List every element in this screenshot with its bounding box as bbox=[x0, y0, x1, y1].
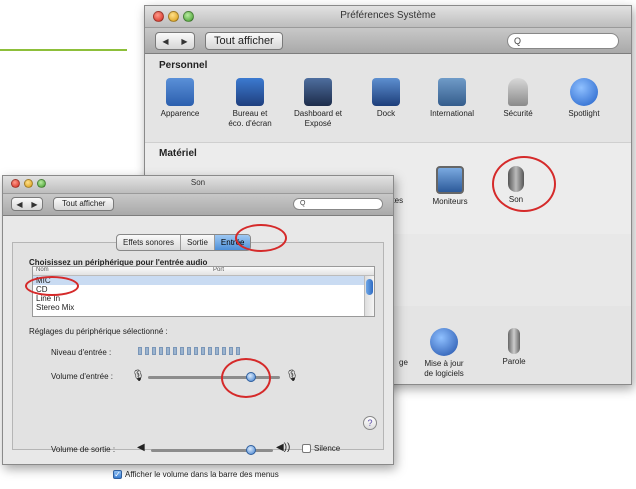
pane-moniteurs[interactable]: Moniteurs bbox=[415, 166, 485, 207]
settings-label: Réglages du périphérique sélectionné : bbox=[29, 327, 168, 336]
parole-mic-icon bbox=[508, 328, 520, 354]
list-item[interactable]: Line In bbox=[33, 294, 374, 303]
pane-spotlight[interactable]: Spotlight bbox=[549, 78, 619, 119]
dock-icon bbox=[372, 78, 400, 106]
section-materiel-title: Matériel bbox=[159, 148, 197, 159]
toolbar: ◀ ▶ Tout afficher Q bbox=[3, 194, 393, 216]
speaker-high-icon: ◀)) bbox=[276, 442, 291, 453]
mute-checkbox[interactable] bbox=[302, 444, 311, 453]
pane-partial-label-2: ge bbox=[399, 358, 408, 367]
international-icon bbox=[438, 78, 466, 106]
forward-icon[interactable]: ▶ bbox=[27, 200, 42, 209]
tab-sortie[interactable]: Sortie bbox=[181, 235, 215, 250]
pane-label: Bureau et éco. d'écran bbox=[228, 109, 272, 128]
pane-securite[interactable]: Sécurité bbox=[483, 78, 553, 119]
list-item[interactable]: CD bbox=[33, 285, 374, 294]
menu-volume-checkbox[interactable]: ✓ bbox=[113, 470, 122, 479]
tab-effets-sonores[interactable]: Effets sonores bbox=[117, 235, 181, 250]
pane-label: Sécurité bbox=[503, 109, 533, 118]
pane-parole[interactable]: Parole bbox=[479, 328, 549, 367]
update-icon bbox=[430, 328, 458, 356]
highlight-volume-circle bbox=[221, 358, 271, 398]
input-level-meter bbox=[138, 347, 240, 355]
column-name[interactable]: Nom bbox=[36, 267, 49, 273]
toolbar: ◀ ▶ Tout afficher Q bbox=[145, 28, 631, 54]
tab-bar: Effets sonores Sortie Entrée bbox=[116, 234, 252, 251]
bureau-icon bbox=[236, 78, 264, 106]
title-bar[interactable]: Son bbox=[3, 176, 393, 194]
list-header: Nom Port bbox=[33, 267, 374, 276]
search-input[interactable]: Q bbox=[507, 33, 619, 49]
pane-bureau[interactable]: Bureau et éco. d'écran bbox=[215, 78, 285, 129]
volume-low-icon: 🎙 bbox=[131, 370, 145, 382]
input-level-label: Niveau d'entrée : bbox=[51, 348, 112, 357]
pane-label: Mise à jour de logiciels bbox=[424, 359, 464, 378]
show-all-button[interactable]: Tout afficher bbox=[53, 197, 115, 211]
pane-label: Apparence bbox=[160, 109, 200, 118]
input-device-list[interactable]: Nom Port MIC CD Line In Stereo Mix bbox=[32, 266, 375, 317]
column-port[interactable]: Port bbox=[213, 267, 224, 273]
securite-icon bbox=[508, 78, 528, 106]
window-title: Préférences Système bbox=[340, 10, 436, 21]
list-item[interactable]: MIC bbox=[33, 276, 374, 285]
monitor-icon bbox=[436, 166, 464, 194]
list-scrollbar[interactable] bbox=[364, 276, 374, 316]
highlight-mic-circle bbox=[25, 276, 79, 296]
pane-label: International bbox=[429, 109, 475, 118]
highlight-entree-circle bbox=[235, 224, 287, 252]
pane-dock[interactable]: Dock bbox=[351, 78, 421, 119]
show-all-button[interactable]: Tout afficher bbox=[205, 32, 283, 50]
back-icon[interactable]: ◀ bbox=[156, 37, 175, 46]
forward-icon[interactable]: ▶ bbox=[175, 37, 194, 46]
volume-high-icon: 🎙 bbox=[285, 370, 299, 382]
pane-label: Moniteurs bbox=[432, 197, 468, 206]
section-personnel-title: Personnel bbox=[159, 60, 208, 71]
dashboard-icon bbox=[304, 78, 332, 106]
back-forward-control[interactable]: ◀ ▶ bbox=[155, 32, 195, 50]
spotlight-icon bbox=[570, 78, 598, 106]
scrollbar-thumb[interactable] bbox=[366, 279, 373, 295]
pane-label: Dock bbox=[376, 109, 396, 118]
highlight-son-circle bbox=[492, 156, 556, 212]
window-title: Son bbox=[190, 178, 206, 187]
pane-dashboard[interactable]: Dashboard et Exposé bbox=[283, 78, 353, 129]
speaker-low-icon: ◀ bbox=[137, 442, 145, 453]
list-item[interactable]: Stereo Mix bbox=[33, 303, 374, 312]
menu-volume-label: Afficher le volume dans la barre des men… bbox=[125, 470, 279, 479]
apparence-icon bbox=[166, 78, 194, 106]
pane-label: Spotlight bbox=[568, 109, 600, 118]
green-accent-line bbox=[0, 49, 127, 51]
pane-mise-a-jour[interactable]: Mise à jour de logiciels bbox=[409, 328, 479, 379]
title-bar[interactable]: Préférences Système bbox=[145, 6, 631, 28]
pane-label: Dashboard et Exposé bbox=[293, 109, 343, 128]
son-window: Son ◀ ▶ Tout afficher Q Effets sonores So… bbox=[2, 175, 394, 465]
search-input[interactable]: Q bbox=[293, 198, 383, 210]
back-icon[interactable]: ◀ bbox=[12, 200, 27, 209]
pane-label: Parole bbox=[502, 357, 526, 366]
output-volume-knob[interactable] bbox=[246, 445, 257, 455]
mute-label: Silence bbox=[314, 444, 341, 453]
back-forward-control[interactable]: ◀ ▶ bbox=[11, 197, 43, 211]
output-volume-label: Volume de sortie : bbox=[51, 445, 116, 454]
input-volume-label: Volume d'entrée : bbox=[51, 372, 114, 381]
pane-international[interactable]: International bbox=[417, 78, 487, 119]
pane-apparence[interactable]: Apparence bbox=[145, 78, 215, 119]
help-button[interactable]: ? bbox=[363, 416, 377, 430]
